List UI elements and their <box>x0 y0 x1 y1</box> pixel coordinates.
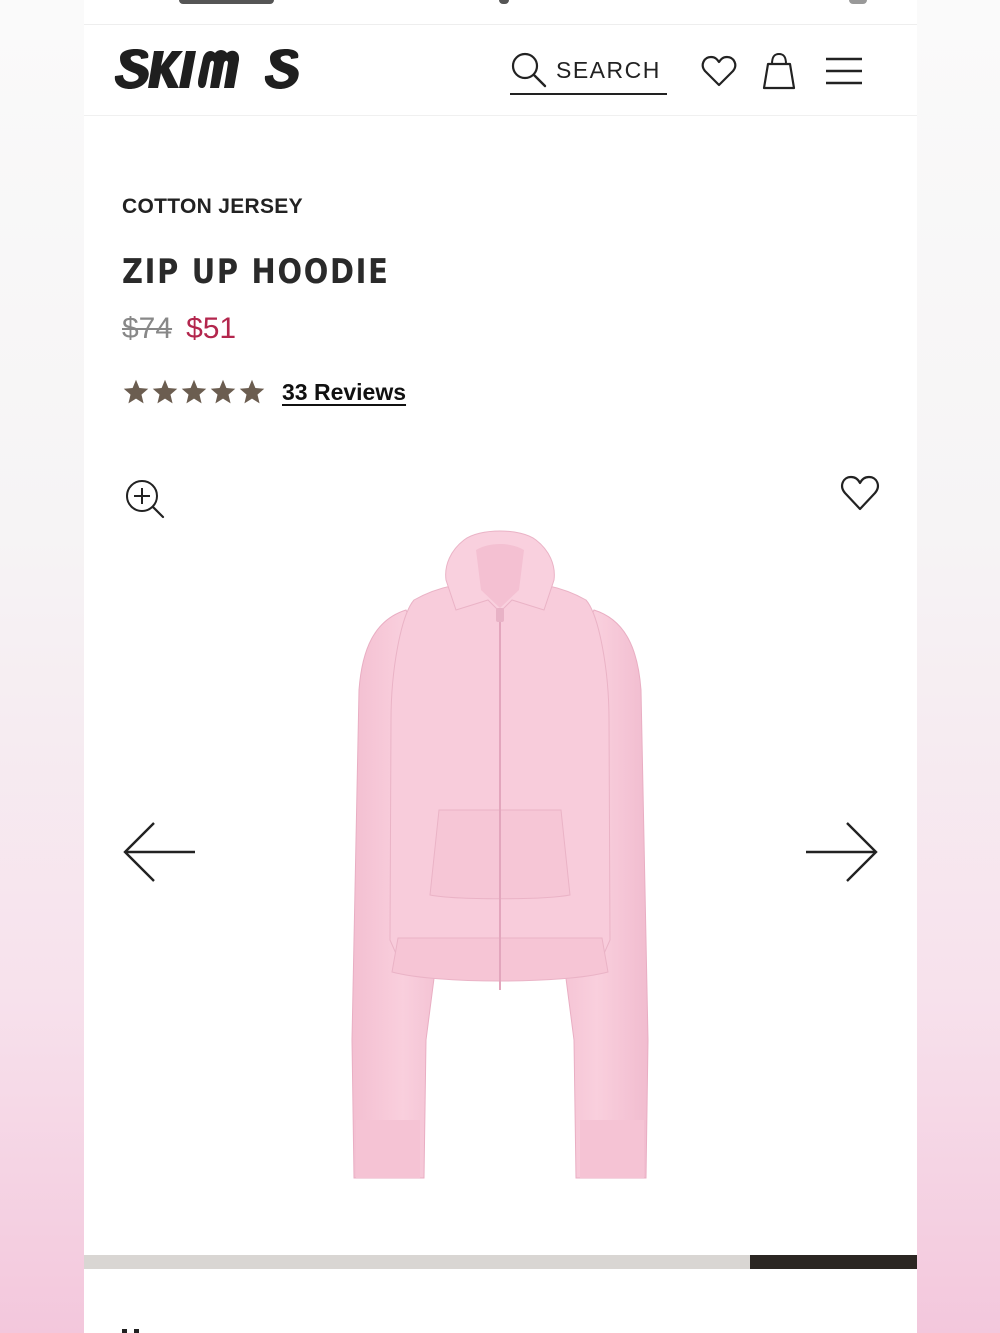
product-category: COTTON JERSEY <box>122 195 303 218</box>
star-icon <box>210 379 236 404</box>
shopping-bag-icon[interactable] <box>762 52 796 90</box>
search-bar[interactable]: SEARCH <box>510 46 667 95</box>
search-icon <box>511 52 547 87</box>
gallery-progress-bar <box>84 1255 917 1269</box>
promo-text-fragment <box>499 0 509 4</box>
star-rating <box>122 378 266 406</box>
original-price: $74 <box>122 312 173 345</box>
background-right <box>917 0 1000 1333</box>
product-image[interactable] <box>264 520 734 1190</box>
promo-banner <box>84 0 917 25</box>
gallery-progress-indicator <box>750 1255 917 1269</box>
skims-logo[interactable] <box>114 48 304 99</box>
sale-price: $51 <box>186 312 237 345</box>
product-title: ZIP UP HOODIE <box>122 252 390 292</box>
heart-icon[interactable] <box>840 474 880 512</box>
star-icon <box>239 379 265 404</box>
arrow-left-icon[interactable] <box>122 820 197 884</box>
site-header: SEARCH <box>84 26 917 116</box>
promo-text-fragment <box>179 0 274 4</box>
zoom-in-icon[interactable] <box>124 478 166 520</box>
reviews-link[interactable]: 33 Reviews <box>282 379 406 406</box>
heart-icon[interactable] <box>701 54 737 88</box>
hamburger-menu-icon[interactable] <box>825 56 863 86</box>
arrow-right-icon[interactable] <box>804 820 879 884</box>
star-icon <box>123 379 149 404</box>
rating-summary: 33 Reviews <box>122 378 406 406</box>
background-left <box>0 0 84 1333</box>
star-icon <box>181 379 207 404</box>
search-label: SEARCH <box>556 57 661 83</box>
next-section-fragment <box>122 1320 142 1333</box>
price-block: $74 $51 <box>122 312 236 346</box>
product-page: SEARCH COTTON JERSEY ZIP UP HOODIE $74 $… <box>84 0 917 1333</box>
skims-logo-mark <box>114 49 299 89</box>
promo-close-fragment <box>849 0 867 4</box>
section-heading-fragment <box>122 1329 139 1333</box>
star-icon <box>152 379 178 404</box>
